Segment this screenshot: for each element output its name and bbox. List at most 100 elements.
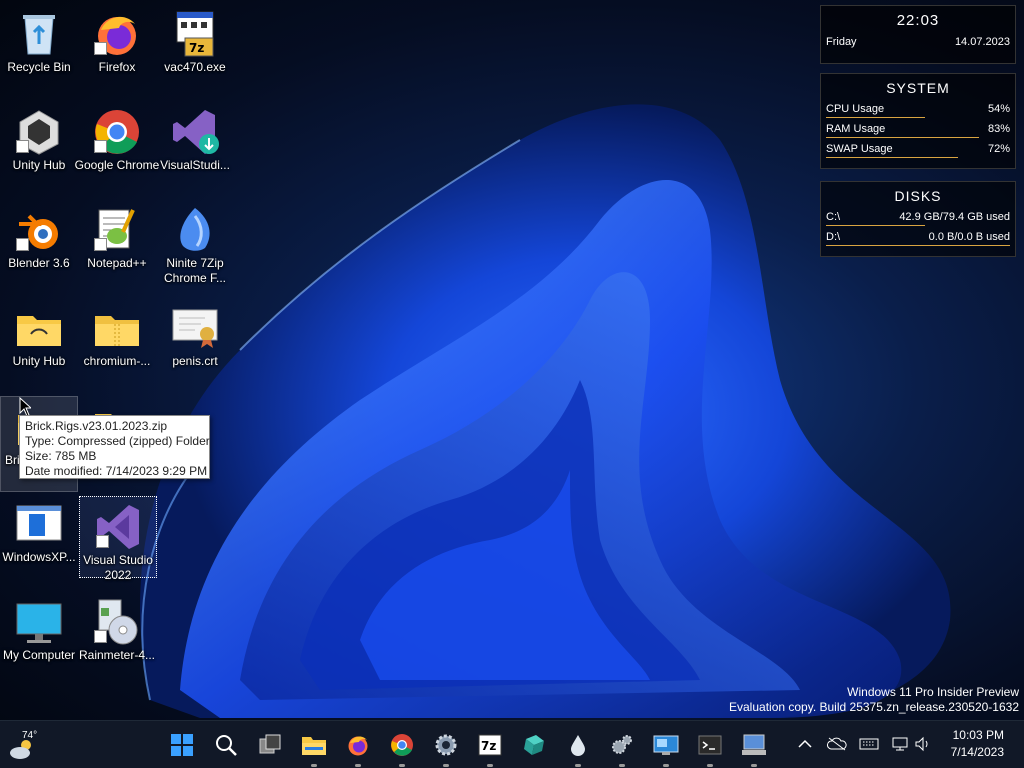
system-widget: SYSTEM CPU Usage 54% RAM Usage 83% SWAP … bbox=[820, 73, 1016, 169]
desktop-icon-certificate[interactable]: penis.crt bbox=[156, 298, 234, 394]
taskbar-terminal[interactable] bbox=[694, 729, 726, 767]
terminal-icon bbox=[698, 735, 722, 755]
tooltip-size: Size: 785 MB bbox=[25, 449, 97, 463]
file-explorer-icon bbox=[302, 737, 326, 755]
certificate-icon bbox=[172, 309, 218, 348]
app-cube-icon bbox=[524, 735, 544, 755]
start-button[interactable] bbox=[166, 729, 198, 761]
task-view-icon bbox=[259, 734, 281, 754]
desktop-icon-recycle-bin[interactable]: Recycle Bin bbox=[0, 4, 78, 100]
desktop-icon-label: Visual Studio 2022 bbox=[83, 553, 153, 582]
svg-text:7z: 7z bbox=[481, 739, 496, 753]
chevron-up-icon bbox=[798, 739, 812, 748]
show-hidden-icons[interactable] bbox=[794, 733, 816, 755]
ram-usage-bar bbox=[826, 137, 979, 138]
installer-icon: 7z bbox=[176, 11, 214, 57]
desktop-icon-label: vac470.exe bbox=[164, 60, 226, 74]
desktop-icon-chromium-zip[interactable]: chromium-... bbox=[78, 298, 156, 394]
remote-desktop-icon bbox=[653, 735, 679, 755]
disk-c-row: C:\ 42.9 GB/79.4 GB used bbox=[826, 208, 1010, 228]
visual-studio-icon bbox=[173, 110, 219, 154]
desktop-icon-label: VisualStudi... bbox=[160, 158, 230, 172]
desktop-icon-label: chromium-... bbox=[83, 354, 151, 368]
desktop-icon-windowsxp[interactable]: WindowsXP... bbox=[0, 494, 78, 590]
shortcut-arrow-icon bbox=[94, 140, 107, 153]
network-icon bbox=[892, 737, 908, 751]
tray-onedrive[interactable] bbox=[826, 733, 848, 755]
water-drop-icon bbox=[571, 735, 585, 756]
tray-network[interactable] bbox=[890, 733, 912, 755]
desktop-icon-unity-hub[interactable]: Unity Hub bbox=[0, 102, 78, 198]
desktop-icon-unity-hub-folder[interactable]: Unity Hub bbox=[0, 298, 78, 394]
desktop-icon-notepad-plus-plus[interactable]: Notepad++ bbox=[78, 200, 156, 296]
mouse-cursor-icon bbox=[19, 397, 31, 417]
taskbar-firefox[interactable] bbox=[342, 729, 374, 767]
desktop-icon-my-computer[interactable]: My Computer bbox=[0, 592, 78, 688]
search-icon bbox=[216, 735, 237, 756]
taskbar-app[interactable] bbox=[518, 729, 550, 761]
disk-c-bar bbox=[826, 225, 926, 226]
disks-widget: DISKS C:\ 42.9 GB/79.4 GB used D:\ 0.0 B… bbox=[820, 181, 1016, 257]
desktop-icon-label: Ninite 7Zip Chrome F... bbox=[163, 256, 226, 285]
chrome-icon bbox=[391, 734, 413, 756]
monitor-icon bbox=[16, 603, 62, 643]
desktop-icon-visualstudio-installer[interactable]: VisualStudi... bbox=[156, 102, 234, 198]
computer-icon bbox=[742, 734, 766, 755]
task-view-button[interactable] bbox=[254, 729, 286, 761]
search-button[interactable] bbox=[210, 729, 242, 761]
desktop-icon-blender[interactable]: Blender 3.6 bbox=[0, 200, 78, 296]
running-indicator bbox=[575, 764, 581, 767]
widget-time: 22:03 bbox=[896, 12, 940, 29]
folder-icon bbox=[17, 316, 61, 346]
taskbar-chrome[interactable] bbox=[386, 729, 418, 767]
widget-date: 14.07.2023 bbox=[954, 36, 1010, 48]
desktop-icon-label: Firefox bbox=[98, 60, 136, 74]
taskbar-settings[interactable] bbox=[430, 729, 462, 767]
taskbar-file-explorer[interactable] bbox=[298, 729, 330, 767]
running-indicator bbox=[751, 764, 757, 767]
desktop-icon-rainmeter[interactable]: Rainmeter-4... bbox=[78, 592, 156, 688]
tooltip-type: Type: Compressed (zipped) Folder bbox=[25, 434, 210, 448]
tooltip-date-modified: Date modified: 7/14/2023 9:29 PM bbox=[25, 464, 208, 478]
settings-gear-icon bbox=[435, 734, 457, 756]
desktop-icon-label: penis.crt bbox=[172, 354, 218, 368]
desktop-icon-label: Google Chrome bbox=[74, 158, 160, 172]
tray-volume[interactable] bbox=[912, 733, 934, 755]
desktop-icon-label: Rainmeter-4... bbox=[78, 648, 156, 662]
taskbar-clock[interactable]: 10:03 PM 7/14/2023 bbox=[951, 727, 1004, 761]
volume-icon bbox=[915, 736, 928, 752]
taskbar: 74° 7z 10:03 PM 7/14/2023 bbox=[0, 720, 1024, 768]
desktop-icon-label: Unity Hub bbox=[12, 354, 66, 368]
taskbar-computer[interactable] bbox=[738, 729, 770, 767]
desktop-icon-ninite[interactable]: Ninite 7Zip Chrome F... bbox=[156, 200, 234, 296]
desktop-icon-vac470[interactable]: 7z vac470.exe bbox=[156, 4, 234, 100]
disk-d-row: D:\ 0.0 B/0.0 B used bbox=[826, 228, 1010, 248]
widget-title: DISKS bbox=[894, 188, 942, 204]
desktop-icon-label: Unity Hub bbox=[12, 158, 66, 172]
taskbar-date: 7/14/2023 bbox=[950, 745, 1004, 759]
weather-widget[interactable]: 74° bbox=[6, 727, 46, 763]
shortcut-arrow-icon bbox=[16, 140, 29, 153]
weather-temp: 74° bbox=[22, 730, 38, 741]
tooltip-filename: Brick.Rigs.v23.01.2023.zip bbox=[25, 419, 168, 433]
keyboard-icon bbox=[859, 738, 879, 750]
7zip-icon: 7z bbox=[478, 734, 502, 756]
swap-usage-row: SWAP Usage 72% bbox=[826, 140, 1010, 160]
taskbar-control-panel[interactable] bbox=[606, 729, 638, 767]
taskbar-remote-desktop[interactable] bbox=[650, 729, 682, 767]
desktop-icon-google-chrome[interactable]: Google Chrome bbox=[75, 102, 159, 198]
desktop-icon-firefox[interactable]: Firefox bbox=[78, 4, 156, 100]
desktop-icon-label: Blender 3.6 bbox=[8, 256, 70, 270]
taskbar-drop-app[interactable] bbox=[562, 729, 594, 767]
clock-widget: 22:03 Friday 14.07.2023 bbox=[820, 5, 1016, 64]
shortcut-arrow-icon bbox=[16, 238, 29, 251]
desktop-icon-label: WindowsXP... bbox=[2, 550, 76, 564]
ram-usage-row: RAM Usage 83% bbox=[826, 120, 1010, 140]
taskbar-7zip[interactable]: 7z bbox=[474, 729, 506, 767]
shortcut-arrow-icon bbox=[94, 238, 107, 251]
taskbar-time: 10:03 PM bbox=[952, 728, 1004, 742]
desktop-icon-visual-studio-2022[interactable]: Visual Studio 2022 bbox=[79, 496, 157, 582]
tray-keyboard[interactable] bbox=[858, 733, 880, 755]
recycle-bin-icon bbox=[23, 15, 55, 55]
disk-d-bar bbox=[826, 245, 1010, 246]
